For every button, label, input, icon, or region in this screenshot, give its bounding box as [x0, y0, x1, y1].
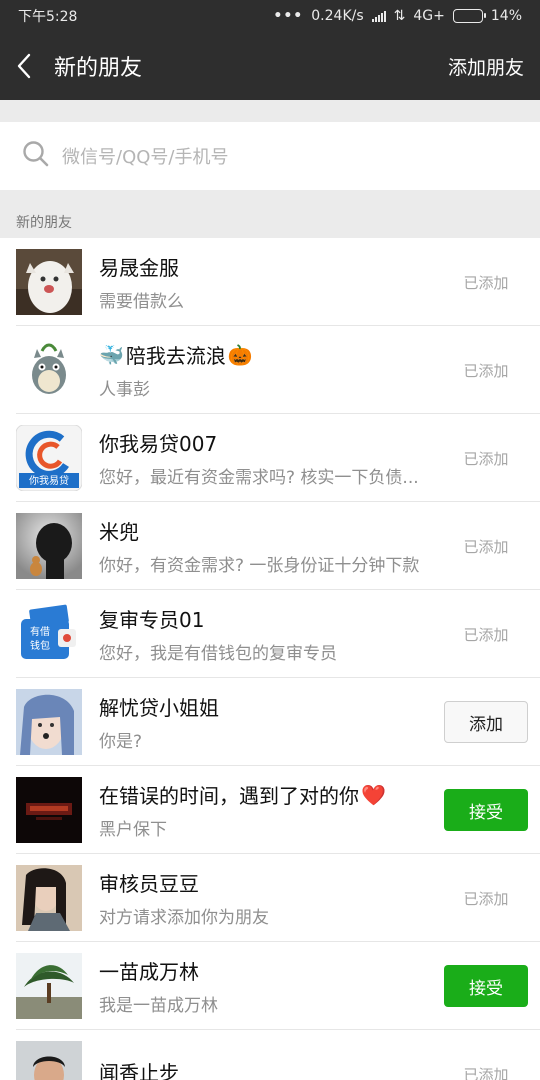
- friend-message: 黑户保下: [99, 820, 167, 840]
- friend-list: 易晟金服 需要借款么 已添加 🐳 陪我去流浪 🎃 人事彭 已添加 你我易贷 你我…: [0, 238, 540, 1080]
- back-arrow-icon[interactable]: [16, 51, 40, 81]
- avatar: [16, 777, 82, 843]
- data-arrows-icon: ⇅: [393, 8, 406, 24]
- added-status: 已添加: [463, 361, 509, 380]
- avatar: [16, 249, 82, 315]
- red-heart-emoji-icon: ❤️: [361, 782, 386, 807]
- avatar: [16, 953, 82, 1019]
- friend-message: 您好，我是有借钱包的复审专员: [99, 644, 337, 664]
- list-item[interactable]: 一苗成万林 我是一苗成万林 接受: [0, 942, 540, 1030]
- battery-icon: [452, 9, 486, 23]
- friend-name-wrapper: 🐳 陪我去流浪 🎃: [99, 340, 444, 369]
- friend-message: 您好，最近有资金需求吗? 核实一下负债...: [99, 468, 419, 488]
- friend-message: 人事彭: [99, 380, 150, 400]
- avatar: [16, 1041, 82, 1080]
- battery-percent: 14%: [490, 8, 522, 24]
- add-friend-button[interactable]: 添加朋友: [448, 53, 524, 80]
- friend-name: 一苗成万林: [99, 960, 199, 984]
- list-item[interactable]: 米兜 你好，有资金需求? 一张身份证十分钟下款 已添加: [0, 502, 540, 590]
- friend-name: 在错误的时间，遇到了对的你: [99, 784, 359, 808]
- section-header: 新的朋友: [0, 190, 540, 238]
- status-time: 下午5:28: [18, 9, 78, 25]
- list-item[interactable]: 易晟金服 需要借款么 已添加: [0, 238, 540, 326]
- avatar-logo-text: 你我易贷: [29, 474, 69, 487]
- added-status: 已添加: [463, 449, 509, 468]
- avatar: [16, 513, 82, 579]
- added-status: 已添加: [463, 625, 509, 644]
- friend-message: 你好，有资金需求? 一张身份证十分钟下款: [99, 556, 420, 576]
- avatar: 有借 钱包: [16, 601, 82, 667]
- added-status: 已添加: [463, 1065, 509, 1080]
- network-speed: 0.24K/s: [311, 8, 364, 24]
- avatar: [16, 689, 82, 755]
- whale-emoji-icon: 🐳: [99, 342, 124, 367]
- friend-name: 复审专员01: [99, 608, 205, 632]
- top-gap: [0, 100, 540, 122]
- signal-icon: [371, 10, 386, 22]
- page-title: 新的朋友: [54, 56, 143, 81]
- friend-name: 解忧贷小姐姐: [99, 696, 219, 720]
- avatar: [16, 337, 82, 403]
- network-type: 4G+: [413, 8, 445, 24]
- add-button[interactable]: 添加: [444, 701, 528, 743]
- friend-name: 陪我去流浪: [125, 344, 226, 368]
- status-dots: •••: [273, 8, 304, 24]
- accept-button[interactable]: 接受: [444, 789, 528, 831]
- avatar: 你我易贷: [16, 425, 82, 491]
- jack-o-lantern-emoji-icon: 🎃: [227, 342, 253, 367]
- friend-message: 我是一苗成万林: [99, 996, 218, 1016]
- list-item[interactable]: 审核员豆豆 对方请求添加你为朋友 已添加: [0, 854, 540, 942]
- search-placeholder: 微信号/QQ号/手机号: [62, 147, 229, 168]
- avatar-logo-text-line2: 钱包: [30, 639, 50, 652]
- friend-name: 审核员豆豆: [99, 872, 199, 896]
- avatar: [16, 865, 82, 931]
- friend-name: 米兜: [99, 520, 139, 544]
- search-icon: [22, 140, 50, 172]
- list-item[interactable]: 在错误的时间，遇到了对的你 ❤️ 黑户保下 接受: [0, 766, 540, 854]
- added-status: 已添加: [463, 889, 509, 908]
- section-title: 新的朋友: [16, 215, 72, 231]
- list-item[interactable]: 闻香止步 已添加: [0, 1030, 540, 1080]
- friend-name: 闻香止步: [99, 1060, 179, 1080]
- friend-message: 你是?: [99, 732, 143, 752]
- added-status: 已添加: [463, 537, 509, 556]
- friend-message: 对方请求添加你为朋友: [99, 908, 269, 928]
- avatar-logo-text-line1: 有借: [30, 625, 50, 638]
- status-indicators: ••• 0.24K/s ⇅ 4G+ 14%: [273, 8, 522, 24]
- list-item[interactable]: 🐳 陪我去流浪 🎃 人事彭 已添加: [0, 326, 540, 414]
- friend-message: 需要借款么: [99, 292, 184, 312]
- nav-bar: 新的朋友 添加朋友: [0, 32, 540, 100]
- list-item[interactable]: 你我易贷 你我易贷007 您好，最近有资金需求吗? 核实一下负债... 已添加: [0, 414, 540, 502]
- friend-name: 你我易贷007: [99, 432, 218, 456]
- list-item[interactable]: 解忧贷小姐姐 你是? 添加: [0, 678, 540, 766]
- added-status: 已添加: [463, 273, 509, 292]
- friend-name: 易晟金服: [99, 256, 179, 280]
- status-bar: 下午5:28 ••• 0.24K/s ⇅ 4G+ 14%: [0, 0, 540, 32]
- friend-name-wrapper: 在错误的时间，遇到了对的你 ❤️: [99, 780, 444, 809]
- accept-button[interactable]: 接受: [444, 965, 528, 1007]
- search-input[interactable]: 微信号/QQ号/手机号: [0, 122, 540, 190]
- list-item[interactable]: 有借 钱包 复审专员01 您好，我是有借钱包的复审专员 已添加: [0, 590, 540, 678]
